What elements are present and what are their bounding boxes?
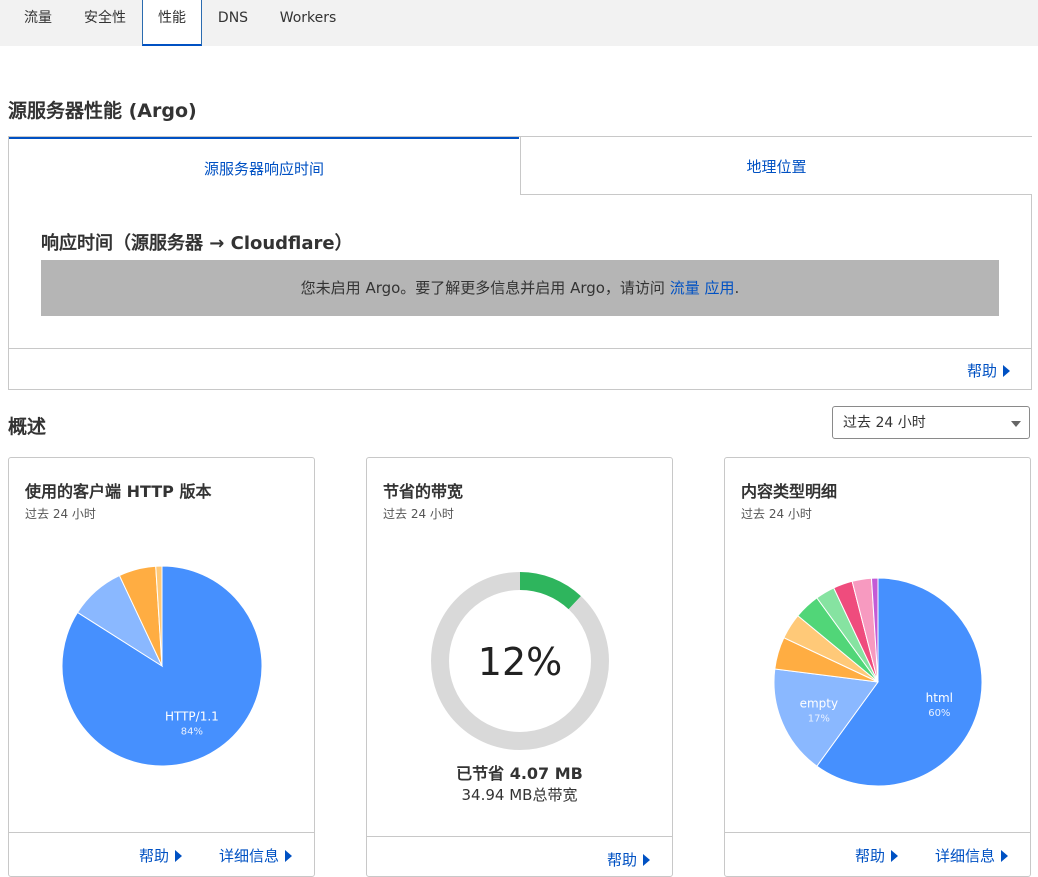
response-time-heading: 响应时间（源服务器 → Cloudflare） bbox=[41, 233, 353, 254]
card-subtitle: 过去 24 小时 bbox=[25, 507, 96, 521]
argo-section-title: 源服务器性能 (Argo) bbox=[8, 100, 197, 122]
tab-security[interactable]: 安全性 bbox=[72, 0, 138, 46]
traffic-link[interactable]: 流量 bbox=[670, 279, 700, 297]
content-help-link[interactable]: 帮助 bbox=[855, 845, 899, 866]
tab-traffic[interactable]: 流量 bbox=[8, 0, 68, 46]
donut-center-label: 12% bbox=[478, 640, 562, 684]
card-title: 内容类型明细 bbox=[741, 482, 838, 501]
content-type-card: 内容类型明细 过去 24 小时 html 60% empty 17% 帮助 详细信息 bbox=[724, 457, 1031, 877]
time-range-select[interactable]: 过去 24 小时 bbox=[832, 406, 1030, 439]
divider bbox=[367, 836, 672, 837]
caret-right-icon bbox=[175, 850, 183, 862]
tab-dns[interactable]: DNS bbox=[204, 0, 262, 46]
chevron-down-icon bbox=[1011, 421, 1021, 427]
card-title: 节省的带宽 bbox=[383, 482, 464, 501]
http-details-link[interactable]: 详细信息 bbox=[219, 845, 293, 866]
details-label: 详细信息 bbox=[219, 847, 280, 865]
help-label: 帮助 bbox=[855, 847, 886, 865]
help-label: 帮助 bbox=[139, 847, 170, 865]
slice-percent-label: 60% bbox=[928, 708, 950, 719]
divider bbox=[9, 348, 1031, 349]
http-version-card: 使用的客户端 HTTP 版本 过去 24 小时 HTTP/1.1 84% 帮助 详… bbox=[8, 457, 315, 877]
content-type-pie-chart: html 60% empty 17% bbox=[773, 577, 983, 787]
card-title: 使用的客户端 HTTP 版本 bbox=[25, 482, 212, 501]
bandwidth-donut-chart: 12% bbox=[431, 572, 609, 750]
tab-performance[interactable]: 性能 bbox=[142, 0, 202, 46]
caret-right-icon bbox=[1001, 850, 1009, 862]
argo-notice: 您未启用 Argo。要了解更多信息并启用 Argo，请访问 流量 应用. bbox=[41, 260, 999, 316]
bandwidth-saved-card: 节省的带宽 过去 24 小时 12% 已节省 4.07 MB 34.94 MB总… bbox=[366, 457, 673, 877]
slice-label: empty bbox=[800, 697, 839, 711]
divider bbox=[725, 832, 1030, 833]
top-nav: 流量 安全性 性能 DNS Workers bbox=[0, 0, 1038, 46]
slice-percent-label: 17% bbox=[808, 714, 830, 725]
caret-right-icon bbox=[285, 850, 293, 862]
slice-label: HTTP/1.1 bbox=[165, 709, 219, 723]
apps-link[interactable]: 应用 bbox=[705, 279, 735, 297]
saved-amount: 已节省 4.07 MB bbox=[456, 764, 583, 783]
caret-right-icon bbox=[891, 850, 899, 862]
tab-origin-response-time[interactable]: 源服务器响应时间 bbox=[9, 137, 519, 195]
card-subtitle: 过去 24 小时 bbox=[383, 507, 454, 521]
overview-title: 概述 bbox=[8, 416, 47, 438]
content-details-link[interactable]: 详细信息 bbox=[935, 845, 1009, 866]
help-label: 帮助 bbox=[967, 362, 998, 380]
card-subtitle: 过去 24 小时 bbox=[741, 507, 812, 521]
caret-right-icon bbox=[1003, 365, 1011, 377]
slice-percent-label: 84% bbox=[181, 726, 203, 737]
argo-panel: 源服务器响应时间 地理位置 响应时间（源服务器 → Cloudflare） 您未… bbox=[8, 136, 1032, 390]
divider bbox=[9, 832, 314, 833]
time-range-value: 过去 24 小时 bbox=[843, 415, 926, 431]
notice-text: 您未启用 Argo。要了解更多信息并启用 Argo，请访问 bbox=[300, 279, 665, 297]
total-bandwidth: 34.94 MB总带宽 bbox=[461, 786, 578, 804]
slice-label: html bbox=[926, 691, 953, 705]
notice-period: . bbox=[734, 279, 740, 297]
http-version-pie-chart: HTTP/1.1 84% bbox=[61, 565, 263, 767]
details-label: 详细信息 bbox=[935, 847, 996, 865]
http-help-link[interactable]: 帮助 bbox=[139, 845, 183, 866]
argo-help-link[interactable]: 帮助 bbox=[967, 360, 1011, 381]
tab-geography[interactable]: 地理位置 bbox=[520, 137, 1032, 195]
help-label: 帮助 bbox=[607, 851, 638, 869]
caret-right-icon bbox=[643, 854, 651, 866]
tab-workers[interactable]: Workers bbox=[266, 0, 350, 46]
bandwidth-help-link[interactable]: 帮助 bbox=[607, 849, 651, 870]
